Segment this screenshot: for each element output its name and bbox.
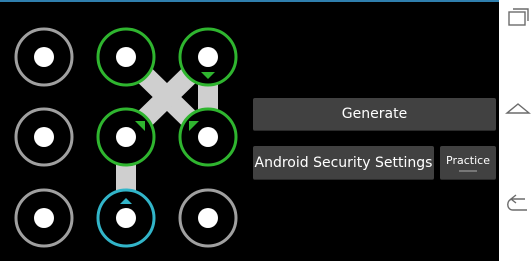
pattern-grid[interactable] (0, 2, 250, 268)
pattern-dot-2[interactable] (96, 27, 156, 87)
app-screen: Generate Android Security Settings Pract… (0, 0, 499, 261)
home-icon[interactable] (505, 103, 531, 114)
android-security-settings-button[interactable]: Android Security Settings (253, 146, 434, 180)
pattern-dot-4[interactable] (14, 107, 74, 167)
recent-apps-icon[interactable] (508, 8, 529, 26)
practice-button[interactable]: Practice (440, 146, 496, 180)
practice-button-label: Practice (446, 153, 490, 167)
pattern-dot-6[interactable] (178, 107, 238, 167)
pattern-dot-1[interactable] (14, 27, 74, 87)
navigation-bar (499, 0, 531, 266)
pattern-dot-7[interactable] (14, 188, 74, 248)
generate-button[interactable]: Generate (253, 98, 496, 131)
pattern-dot-5[interactable] (96, 107, 156, 167)
pattern-dots (14, 27, 238, 248)
android-security-settings-label: Android Security Settings (254, 154, 433, 171)
back-icon[interactable] (507, 194, 527, 211)
generate-button-label: Generate (341, 106, 408, 122)
pattern-dot-9[interactable] (178, 188, 238, 248)
practice-underline (459, 169, 477, 172)
